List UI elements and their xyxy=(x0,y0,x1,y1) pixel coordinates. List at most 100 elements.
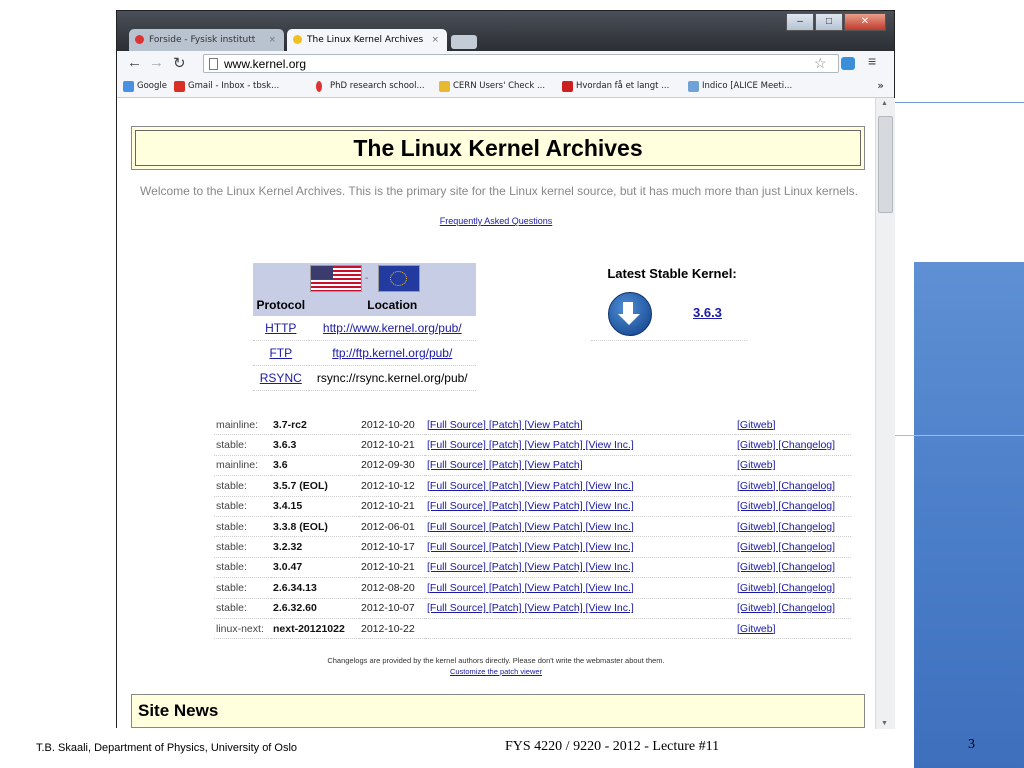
tab-linux-kernel-archives[interactable]: The Linux Kernel Archives × xyxy=(287,29,447,51)
browser-toolbar: ← → ↻ www.kernel.org xyxy=(117,51,894,77)
release-links[interactable]: [Full Source] [Patch] [View Patch] [View… xyxy=(427,561,634,573)
close-tab-icon[interactable]: × xyxy=(268,29,276,51)
faq-link[interactable]: Frequently Asked Questions xyxy=(440,216,553,226)
cern-icon xyxy=(439,81,450,92)
release-links[interactable]: [Full Source] [Patch] [View Patch] xyxy=(427,419,583,431)
flag-separator: - xyxy=(365,273,369,284)
latest-version-link[interactable]: 3.6.3 xyxy=(693,305,722,320)
bookmark-gmail[interactable]: Gmail - Inbox - tbsk... xyxy=(174,81,279,92)
release-links[interactable]: [Full Source] [Patch] [View Patch] [View… xyxy=(427,439,634,451)
bookmark-indico[interactable]: Indico [ALICE Meeti... xyxy=(688,81,792,92)
release-links[interactable]: [Full Source] [Patch] [View Patch] [View… xyxy=(427,582,634,594)
protocol-header: Protocol xyxy=(253,294,309,316)
releases-table: mainline: 3.7-rc2 2012-10-20 [Full Source] … xyxy=(214,415,851,640)
release-git-links[interactable]: [Gitweb] [Changelog] xyxy=(737,480,835,492)
slide-decor-image xyxy=(914,0,1024,265)
close-tab-icon[interactable]: × xyxy=(431,29,439,51)
tab-label: Forside - Fysisk institutt xyxy=(149,35,256,45)
release-links[interactable]: [Full Source] [Patch] [View Patch] [View… xyxy=(427,541,634,553)
ftp-protocol-link[interactable]: FTP xyxy=(269,346,292,360)
page-content: The Linux Kernel Archives Welcome to the… xyxy=(117,98,875,729)
bookmark-hvordan[interactable]: Hvordan få et langt ... xyxy=(562,81,669,92)
ftp-location-link[interactable]: ftp://ftp.kernel.org/pub/ xyxy=(332,346,452,360)
scroll-down-icon[interactable]: ▼ xyxy=(881,720,888,727)
http-protocol-link[interactable]: HTTP xyxy=(265,321,296,335)
bookmark-phd-school[interactable]: PhD research school... xyxy=(316,81,425,92)
release-git-links[interactable]: [Gitweb] xyxy=(737,459,776,471)
favicon-icon xyxy=(135,35,144,44)
release-version: 3.6 xyxy=(273,459,288,472)
minimize-button[interactable]: – xyxy=(786,13,814,31)
site-news-title: Site News xyxy=(138,701,219,720)
protocol-table: - Protocol Location HTTP http://www.kern… xyxy=(253,263,476,391)
latest-stable-title: Latest Stable Kernel: xyxy=(607,266,737,281)
release-kind: stable: xyxy=(216,520,247,533)
faq-container: Frequently Asked Questions xyxy=(117,216,875,226)
release-date: 2012-08-20 xyxy=(361,581,415,594)
release-row: stable: 3.6.3 2012-10-21 [Full Source] [Pat… xyxy=(214,434,851,456)
close-window-button[interactable]: ✕ xyxy=(844,13,886,31)
scrollbar-thumb[interactable] xyxy=(878,116,893,213)
google-icon xyxy=(123,81,134,92)
http-location-link[interactable]: http://www.kernel.org/pub/ xyxy=(323,321,462,335)
gmail-icon xyxy=(174,81,185,92)
uio-icon xyxy=(316,81,322,92)
new-tab-button[interactable] xyxy=(451,35,477,49)
release-git-links[interactable]: [Gitweb] [Changelog] xyxy=(737,582,835,594)
release-git-links[interactable]: [Gitweb] [Changelog] xyxy=(737,500,835,512)
reload-icon[interactable]: ↻ xyxy=(173,54,186,72)
release-git-links[interactable]: [Gitweb] xyxy=(737,419,776,431)
release-git-links[interactable]: [Gitweb] [Changelog] xyxy=(737,521,835,533)
release-date: 2012-10-20 xyxy=(361,418,415,431)
eu-flag-icon xyxy=(378,265,420,292)
release-date: 2012-10-12 xyxy=(361,479,415,492)
release-version: 3.7-rc2 xyxy=(273,418,307,431)
release-git-links[interactable]: [Gitweb] xyxy=(737,623,776,635)
download-arrow-icon[interactable] xyxy=(608,292,652,336)
release-links[interactable]: [Full Source] [Patch] [View Patch] [View… xyxy=(427,480,634,492)
release-links[interactable]: [Full Source] [Patch] [View Patch] [View… xyxy=(427,500,634,512)
bookmark-google[interactable]: Google xyxy=(123,81,167,92)
bookmark-cern[interactable]: CERN Users' Check ... xyxy=(439,81,545,92)
maximize-button[interactable]: □ xyxy=(815,13,843,31)
release-version: 3.3.8 (EOL) xyxy=(273,520,328,533)
back-arrow-icon[interactable]: ← xyxy=(127,54,142,71)
release-links[interactable]: [Full Source] [Patch] [View Patch] [View… xyxy=(427,602,634,614)
changelog-note: Changelogs are provided by the kernel au… xyxy=(327,656,665,665)
release-git-links[interactable]: [Gitweb] [Changelog] xyxy=(737,439,835,451)
release-links[interactable]: [Full Source] [Patch] [View Patch] [View… xyxy=(427,521,634,533)
tab-fysisk-institutt[interactable]: Forside - Fysisk institutt × xyxy=(129,29,284,51)
release-kind: stable: xyxy=(216,439,247,452)
address-bar[interactable]: www.kernel.org xyxy=(203,54,839,73)
release-git-links[interactable]: [Gitweb] [Changelog] xyxy=(737,602,835,614)
slide-decor-blue-panel xyxy=(914,262,1024,768)
release-kind: stable: xyxy=(216,500,247,513)
title-banner: The Linux Kernel Archives xyxy=(131,126,865,170)
more-bookmarks-button[interactable]: » xyxy=(877,79,884,92)
indico-icon xyxy=(688,81,699,92)
release-git-links[interactable]: [Gitweb] [Changelog] xyxy=(737,541,835,553)
release-git-links[interactable]: [Gitweb] [Changelog] xyxy=(737,561,835,573)
menu-icon[interactable]: ≡ xyxy=(868,53,876,69)
tab-label: The Linux Kernel Archives xyxy=(307,35,424,45)
location-header: Location xyxy=(308,294,476,316)
release-version: 3.2.32 xyxy=(273,541,303,554)
release-links[interactable]: [Full Source] [Patch] [View Patch] xyxy=(427,459,583,471)
slide-footer-course: FYS 4220 / 9220 - 2012 - Lecture #11 xyxy=(505,739,720,754)
release-date: 2012-10-17 xyxy=(361,541,415,554)
release-kind: stable: xyxy=(216,602,247,615)
release-version: 3.5.7 (EOL) xyxy=(273,479,328,492)
vertical-scrollbar[interactable]: ▲ ▼ xyxy=(875,98,895,729)
release-version: 2.6.34.13 xyxy=(273,581,317,594)
forward-arrow-icon[interactable]: → xyxy=(149,54,164,71)
release-row: stable: 2.6.32.60 2012-10-07 [Full Source] … xyxy=(214,598,851,619)
release-date: 2012-06-01 xyxy=(361,520,415,533)
rsync-protocol-link[interactable]: RSYNC xyxy=(260,371,302,385)
bookmark-star-icon[interactable]: ☆ xyxy=(814,55,827,72)
scroll-up-icon[interactable]: ▲ xyxy=(881,100,888,107)
release-date: 2012-10-22 xyxy=(361,622,415,635)
release-row: mainline: 3.7-rc2 2012-10-20 [Full Source] … xyxy=(214,415,851,436)
extension-icon[interactable] xyxy=(841,57,855,70)
patch-viewer-link[interactable]: Customize the patch viewer xyxy=(450,667,542,676)
table-row: RSYNC rsync://rsync.kernel.org/pub/ xyxy=(253,365,476,391)
